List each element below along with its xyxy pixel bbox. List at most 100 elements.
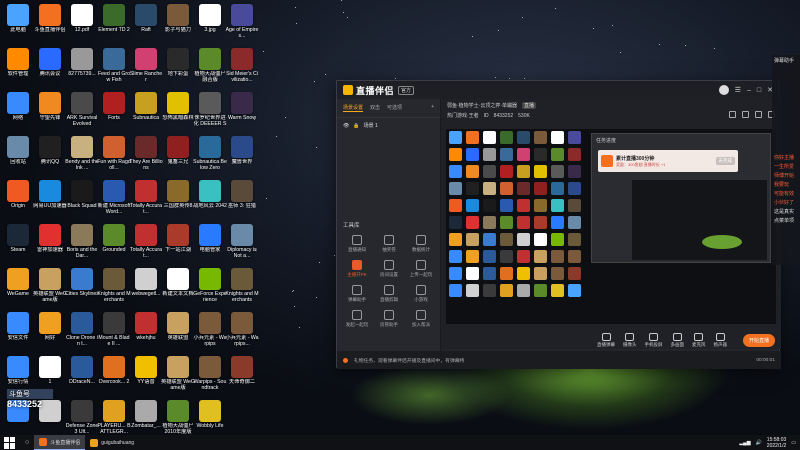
app-icon [167,136,189,158]
star [313,80,315,82]
desktop-icon-label: WeGame [7,291,29,297]
menu-icon[interactable]: ☰ [735,86,741,94]
bottom-tool-button[interactable]: 手机投屏 [644,332,663,348]
app-icon [199,400,221,422]
tool-button[interactable]: 房间设置 [373,260,405,278]
tool-button[interactable]: 小游戏 [405,285,437,303]
preview-icon [449,250,462,263]
app-icon [231,312,253,334]
desktop-icon-label: Overcook... 2 [98,379,130,385]
copy-icon[interactable] [755,111,762,118]
notice-button[interactable]: 去完成 [715,157,735,165]
tool-button[interactable]: 直播剪辑 [373,285,405,303]
eye-icon[interactable]: 👁 [343,123,349,129]
stream-preview[interactable]: 任务进度 累计直播300分钟 奖励：300鱼翅 直播时长 +1 去完成 [446,129,776,324]
notification-icon[interactable]: ▭ [791,440,796,446]
main-toolbar-icons [729,111,775,118]
tool-button[interactable]: 直播通知 [341,235,373,253]
desktop-icon-label: 此电脑 [10,27,26,33]
bottom-tool-button[interactable]: 扬声器 [713,332,728,348]
desktop-icon[interactable]: Wobbly Life [193,398,227,435]
stream-tag: 直播 [522,102,537,109]
volume-icon[interactable]: 🔊 [756,440,762,446]
bottom-tool-label: 扬声器 [713,341,728,347]
bottom-tool-button[interactable]: 摄像头 [623,332,637,348]
app-icon [7,48,29,70]
tool-button[interactable]: 抽奖卷 [373,235,405,253]
tool-button[interactable]: 加入帮派 [405,310,437,328]
desktop-icon-label: ARK Survival Evolved [66,115,98,127]
overlay-label: 斗鱼号 [7,389,53,399]
preview-icon [517,148,530,161]
tool-button[interactable]: 数据统计 [405,235,437,253]
desktop-icon[interactable]: 植物大战僵尸 2010年度版 [161,398,195,435]
network-icon[interactable]: ▂▄▆ [739,440,750,446]
tool-button[interactable]: 主播开PK [341,260,373,278]
app-left-panel: 场景设置 双击 可选项 + 👁 🔒 场景 1 工具库 直播通知 抽奖卷 数据统计 主播… [337,99,441,369]
app-icon [231,180,253,202]
app-logo-icon [343,85,353,95]
preview-icon [500,233,513,246]
taskbar-item[interactable]: 斗鱼直播伴侣 [34,435,86,450]
preview-icon [568,148,581,161]
desktop-icon-label: 下一站江湖 [165,247,191,253]
scene-item[interactable]: 👁 🔒 场景 1 [337,118,440,133]
stream-title[interactable]: 弱鱼·植物学士·云顶之弈·单蹦器 [447,102,517,109]
tent-glow [702,235,742,249]
maximize-icon[interactable]: □ [757,87,761,94]
stream-category[interactable]: 热门游戏·王者 [447,112,479,119]
tool-button[interactable]: 弹幕助手 [341,285,373,303]
app-titlebar[interactable]: 直播伴侣 官方 ☰ – □ ✕ [337,81,779,99]
minimize-icon[interactable]: – [747,87,751,94]
tool-button[interactable]: 房管助手 [373,310,405,328]
desktop-icon[interactable]: 天命奇御二 [225,354,259,406]
desktop-icon-label: Bendy and the Ink ... [65,159,99,171]
tool-icon [384,285,394,295]
preview-icon [517,131,530,144]
app-icon [231,136,253,158]
app-icon [231,48,253,70]
bottom-tool-button[interactable]: 直播弹幕 [597,332,615,348]
bottom-tool-icon [601,332,611,341]
tab-scene-settings[interactable]: 场景设置 [343,104,364,112]
tool-button[interactable]: 发起一起玩 [341,310,373,328]
bottom-tool-label: 手机投屏 [644,341,663,347]
preview-icon [500,199,513,212]
preview-icon [466,250,479,263]
bottom-tool-button[interactable]: 麦克风 [692,332,706,348]
start-stream-button[interactable]: 开始直播 [742,333,775,347]
app-badge: 官方 [398,85,415,95]
star [342,12,344,14]
desktop-icon-label: 软件管理 [7,71,29,77]
room-id-label: ID [483,112,489,119]
desktop-icon[interactable]: Defense Zone 3 Ult... [65,398,99,435]
search-icon[interactable]: ○ [25,439,29,446]
app-icon [135,48,157,70]
gift-icon[interactable] [729,111,736,118]
tool-button[interactable]: 上传一起玩 [405,260,437,278]
tools-grid: 直播通知 抽奖卷 数据统计主播开PK 房间设置 上传一起玩弹幕助手 直播剪辑 小游戏发起一起… [341,235,439,328]
lock-icon[interactable]: 🔒 [353,123,359,129]
tab-options[interactable]: 可选项 [387,104,402,112]
preview-icon [466,216,479,229]
start-button[interactable] [4,436,16,449]
bottom-tool-button[interactable]: 多画面 [671,332,684,348]
desktop-icon[interactable]: Zombatar_... [129,398,163,435]
preview-icon [551,233,564,246]
tab-double-click[interactable]: 双击 [370,104,380,112]
star [285,117,287,119]
clock[interactable]: 15:58:03 2022/1/2 [767,437,786,449]
desktop-icon-label: 网好 [44,335,56,341]
desktop-icon-label: GeForce Experience [193,291,227,303]
lock-icon[interactable] [742,111,749,118]
add-tab-icon[interactable]: + [431,104,434,112]
preview-icon [449,267,462,280]
desktop-icon[interactable]: PLAYERU... BATTLEGR... [97,398,131,435]
tool-label: 加入帮派 [412,322,430,327]
preview-icon [449,182,462,195]
bottom-tool-label: 摄像头 [623,341,637,347]
taskbar-item[interactable]: guigubaihuang [85,435,139,450]
preview-icon [517,216,530,229]
avatar[interactable] [718,85,729,95]
app-icon [39,268,61,290]
